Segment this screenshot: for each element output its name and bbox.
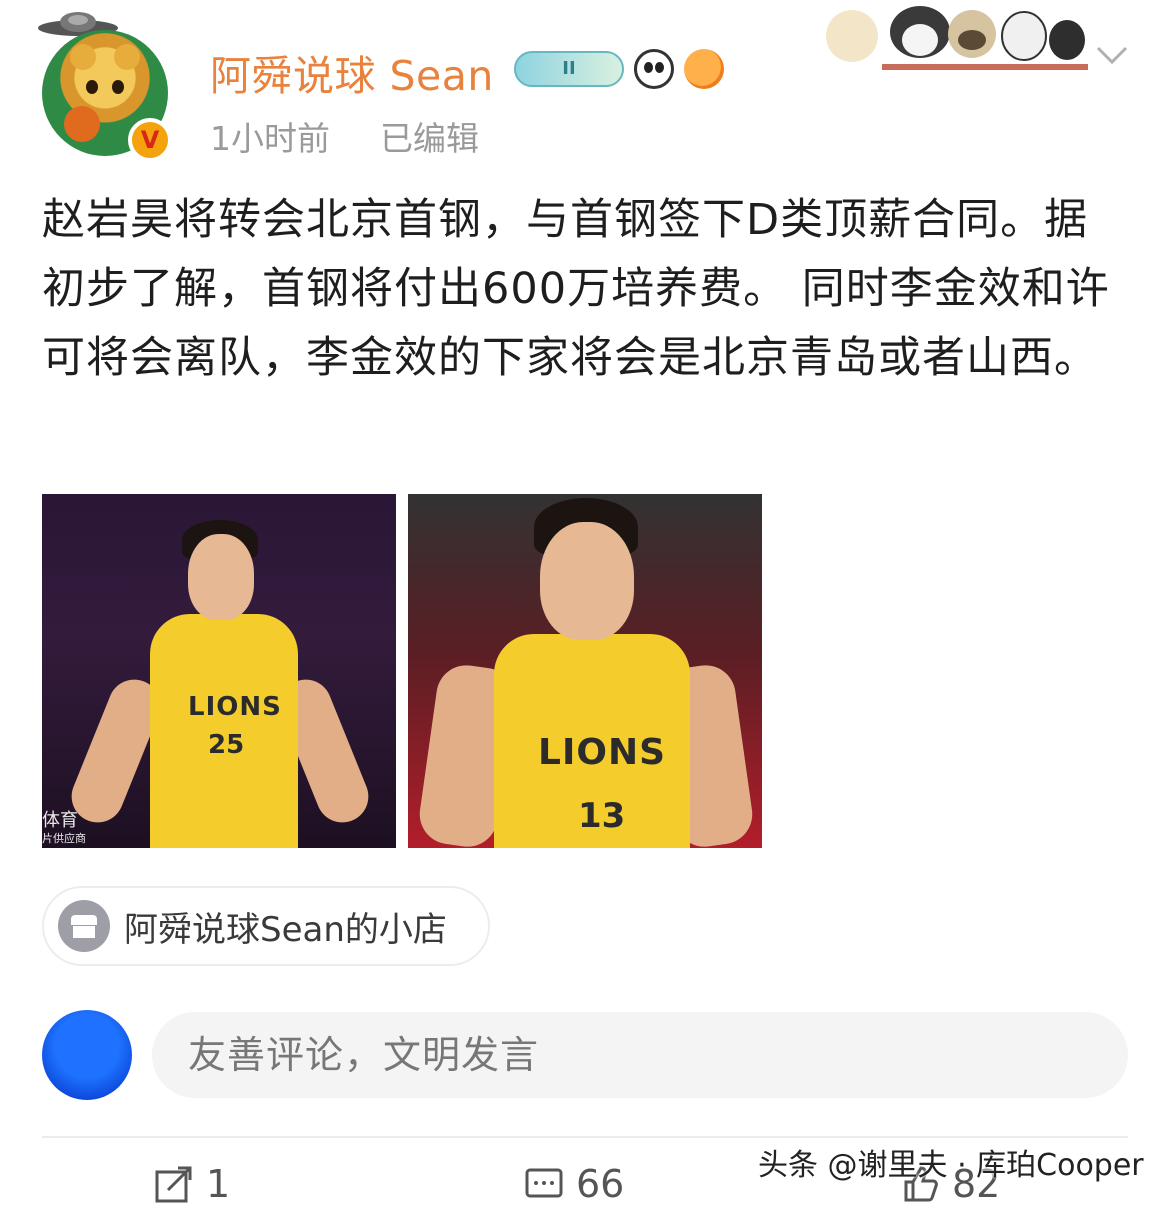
- comment-button[interactable]: 66: [524, 1162, 624, 1206]
- post-photo[interactable]: LIONS 13: [408, 494, 762, 848]
- comment-input[interactable]: 友善评论，文明发言: [152, 1012, 1128, 1098]
- comment-avatar: [42, 1010, 132, 1100]
- comment-icon: [525, 1168, 563, 1198]
- jersey-text: LIONS: [538, 732, 666, 773]
- photo-corner-text: 体育: [42, 810, 78, 831]
- jersey-number: 13: [578, 796, 626, 836]
- post-photo[interactable]: LIONS 25 体育 片供应商: [42, 494, 396, 848]
- chevron-down-icon[interactable]: [1094, 40, 1130, 70]
- verified-v-icon: V: [128, 118, 172, 162]
- shop-link[interactable]: 阿舜说球Sean的小店: [42, 886, 490, 966]
- comment-count: 66: [576, 1162, 625, 1206]
- jersey-text: LIONS: [188, 692, 282, 722]
- username[interactable]: 阿舜说球 Sean: [210, 42, 494, 102]
- share-icon: [155, 1166, 192, 1203]
- post-timestamp: 1小时前: [210, 119, 330, 158]
- shop-label: 阿舜说球Sean的小店: [124, 909, 447, 950]
- photo-corner-text: 片供应商: [42, 832, 86, 845]
- watermark: 头条 @谢里夫 · 库珀Cooper: [758, 1148, 1144, 1183]
- post-text: 赵岩昊将转会北京首钢，与首钢签下D类顶薪合同。据初步了解，首钢将付出600万培养…: [42, 195, 1110, 383]
- pufferfish-icon[interactable]: [684, 49, 724, 89]
- divider: [42, 1136, 1128, 1138]
- cat-stickers-icon: [822, 0, 1088, 72]
- user-badges: II: [514, 46, 724, 92]
- share-count: 1: [206, 1162, 231, 1206]
- share-button[interactable]: 1: [154, 1162, 230, 1206]
- edited-label: 已编辑: [380, 119, 479, 158]
- panda-icon[interactable]: [634, 49, 674, 89]
- shop-icon: [58, 900, 110, 952]
- jersey-number: 25: [208, 730, 245, 760]
- level-badge-icon[interactable]: II: [514, 51, 624, 87]
